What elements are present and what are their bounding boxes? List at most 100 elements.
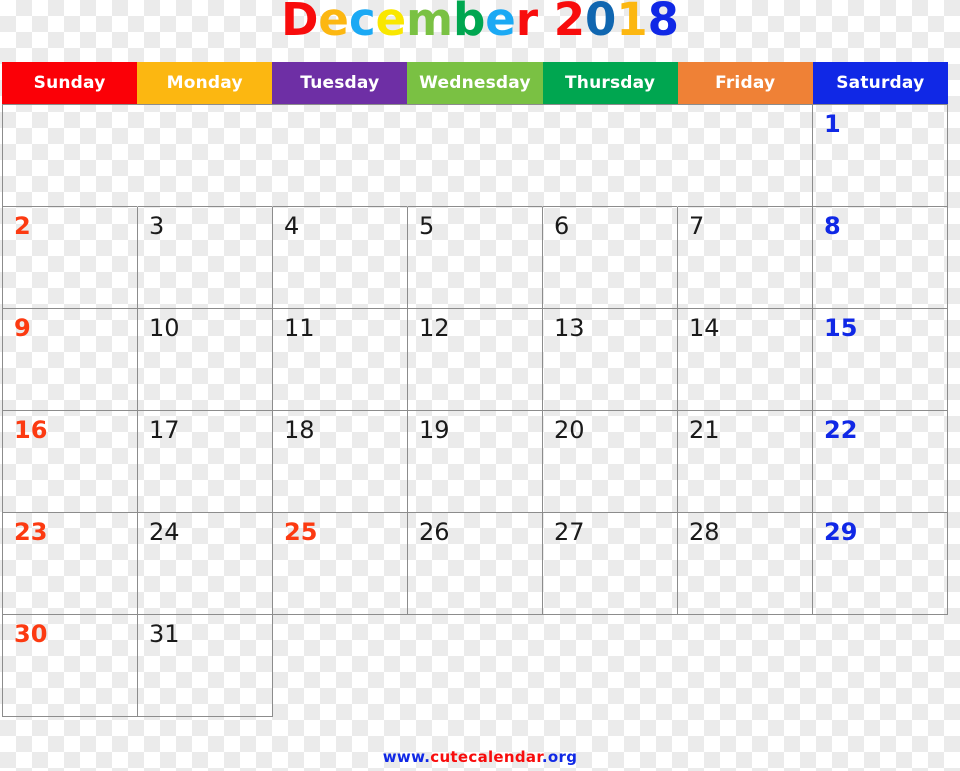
day-number: 14 bbox=[689, 314, 720, 342]
footer-credit-link[interactable]: www.cutecalendar.org bbox=[0, 748, 960, 766]
title-letter: b bbox=[453, 0, 486, 46]
day-cell-empty bbox=[3, 105, 138, 207]
day-cell[interactable]: 4 bbox=[273, 207, 408, 309]
day-number: 7 bbox=[689, 212, 705, 240]
day-cell[interactable]: 16 bbox=[3, 411, 138, 513]
day-number: 24 bbox=[149, 518, 180, 546]
day-cell[interactable]: 14 bbox=[678, 309, 813, 411]
day-cell[interactable]: 30 bbox=[3, 615, 138, 717]
day-cell-empty bbox=[273, 615, 408, 717]
weekday-header-saturday: Saturday bbox=[812, 62, 948, 104]
day-cell[interactable]: 1 bbox=[813, 105, 948, 207]
footer-text-part: org bbox=[547, 748, 578, 766]
day-number: 28 bbox=[689, 518, 720, 546]
title-letter: 1 bbox=[616, 0, 648, 46]
day-cell[interactable]: 31 bbox=[138, 615, 273, 717]
day-number: 16 bbox=[14, 416, 48, 444]
day-number: 31 bbox=[149, 620, 180, 648]
day-cell[interactable]: 21 bbox=[678, 411, 813, 513]
day-cell[interactable]: 29 bbox=[813, 513, 948, 615]
day-number: 23 bbox=[14, 518, 48, 546]
title-letter: m bbox=[406, 0, 454, 46]
day-number: 5 bbox=[419, 212, 435, 240]
calendar-grid: 1 2 3 4 5 6 7 8 9 10 11 12 13 14 15 16 17 18 19 20 21 22 23 24 2… bbox=[2, 104, 948, 717]
day-number: 30 bbox=[14, 620, 48, 648]
day-number: 1 bbox=[824, 110, 841, 138]
title-letter: r bbox=[515, 0, 539, 46]
day-number: 26 bbox=[419, 518, 450, 546]
day-cell[interactable]: 26 bbox=[408, 513, 543, 615]
day-cell-empty bbox=[408, 615, 543, 717]
day-number: 21 bbox=[689, 416, 720, 444]
day-cell[interactable]: 20 bbox=[543, 411, 678, 513]
day-number: 6 bbox=[554, 212, 570, 240]
day-number: 22 bbox=[824, 416, 858, 444]
day-cell[interactable]: 17 bbox=[138, 411, 273, 513]
day-cell[interactable]: 27 bbox=[543, 513, 678, 615]
day-cell-empty bbox=[408, 105, 543, 207]
day-number: 3 bbox=[149, 212, 165, 240]
weekday-header-monday: Monday bbox=[137, 62, 273, 104]
day-number: 10 bbox=[149, 314, 180, 342]
weekday-header-row: Sunday Monday Tuesday Wednesday Thursday Frid… bbox=[2, 62, 948, 104]
day-cell[interactable]: 5 bbox=[408, 207, 543, 309]
day-number: 4 bbox=[284, 212, 300, 240]
page-title: December 2018 bbox=[0, 0, 960, 46]
day-cell[interactable]: 28 bbox=[678, 513, 813, 615]
day-number: 9 bbox=[14, 314, 31, 342]
day-number: 20 bbox=[554, 416, 585, 444]
title-letter: 2 bbox=[553, 0, 585, 46]
day-cell[interactable]: 23 bbox=[3, 513, 138, 615]
day-cell[interactable]: 25 bbox=[273, 513, 408, 615]
title-letter: c bbox=[348, 0, 376, 46]
title-letter: e bbox=[318, 0, 349, 46]
title-letter: 8 bbox=[647, 0, 679, 46]
day-cell[interactable]: 18 bbox=[273, 411, 408, 513]
weekday-header-friday: Friday bbox=[677, 62, 813, 104]
day-cell-empty bbox=[543, 105, 678, 207]
day-cell[interactable]: 19 bbox=[408, 411, 543, 513]
day-cell[interactable]: 12 bbox=[408, 309, 543, 411]
day-number: 18 bbox=[284, 416, 315, 444]
day-cell[interactable]: 22 bbox=[813, 411, 948, 513]
day-cell-empty bbox=[273, 105, 408, 207]
day-cell[interactable]: 6 bbox=[543, 207, 678, 309]
day-cell-empty bbox=[813, 615, 948, 717]
day-cell-empty bbox=[138, 105, 273, 207]
day-number: 8 bbox=[824, 212, 841, 240]
day-number: 25 bbox=[284, 518, 318, 546]
day-cell[interactable]: 3 bbox=[138, 207, 273, 309]
title-letter: e bbox=[485, 0, 516, 46]
title-letter bbox=[538, 0, 554, 46]
day-number: 19 bbox=[419, 416, 450, 444]
title-letter: 0 bbox=[585, 0, 617, 46]
day-number: 17 bbox=[149, 416, 180, 444]
day-number: 11 bbox=[284, 314, 315, 342]
weekday-header-tuesday: Tuesday bbox=[272, 62, 408, 104]
footer-text-part: www bbox=[382, 748, 425, 766]
weekday-header-sunday: Sunday bbox=[2, 62, 138, 104]
day-cell-empty bbox=[543, 615, 678, 717]
day-cell[interactable]: 15 bbox=[813, 309, 948, 411]
day-cell[interactable]: 13 bbox=[543, 309, 678, 411]
footer-text-part: cutecalendar bbox=[430, 748, 542, 766]
day-cell[interactable]: 8 bbox=[813, 207, 948, 309]
day-cell-empty bbox=[678, 105, 813, 207]
weekday-header-thursday: Thursday bbox=[542, 62, 678, 104]
title-letter: e bbox=[375, 0, 407, 46]
day-number: 15 bbox=[824, 314, 858, 342]
day-cell[interactable]: 24 bbox=[138, 513, 273, 615]
day-number: 12 bbox=[419, 314, 450, 342]
day-cell[interactable]: 10 bbox=[138, 309, 273, 411]
day-cell[interactable]: 11 bbox=[273, 309, 408, 411]
day-number: 27 bbox=[554, 518, 585, 546]
title-letter: D bbox=[281, 0, 319, 46]
day-cell-empty bbox=[678, 615, 813, 717]
weekday-header-wednesday: Wednesday bbox=[407, 62, 543, 104]
day-number: 29 bbox=[824, 518, 858, 546]
day-cell[interactable]: 2 bbox=[3, 207, 138, 309]
day-cell[interactable]: 7 bbox=[678, 207, 813, 309]
day-number: 13 bbox=[554, 314, 585, 342]
day-cell[interactable]: 9 bbox=[3, 309, 138, 411]
day-number: 2 bbox=[14, 212, 31, 240]
